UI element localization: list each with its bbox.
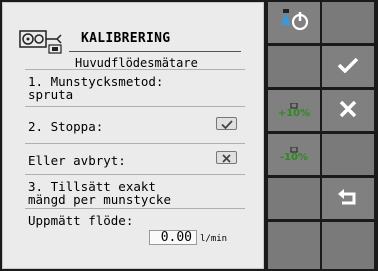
confirm-softkey[interactable] — [322, 46, 374, 87]
step2-label: 2. Stoppa: — [28, 119, 104, 134]
return-arrow-icon — [337, 188, 359, 210]
empty-softkey — [322, 222, 374, 269]
empty-softkey — [322, 2, 374, 43]
measured-flow-label: Uppmätt flöde: — [28, 213, 134, 228]
stop-confirm-button[interactable] — [216, 117, 237, 130]
nozzle-decrease-icon: -10% — [279, 146, 309, 163]
abort-button[interactable] — [216, 151, 237, 164]
x-icon — [222, 148, 231, 167]
empty-softkey — [268, 222, 320, 269]
checkmark-icon — [337, 57, 359, 77]
calibration-panel: KALIBRERING Huvudflödesmätare 1. Munstyc… — [2, 2, 264, 269]
cancel-softkey[interactable] — [322, 90, 374, 131]
step3-line2: mängd per munstycke — [28, 192, 171, 207]
decrease-softkey[interactable]: -10% — [268, 134, 320, 175]
divider — [25, 208, 245, 209]
nozzle-power-icon — [277, 7, 311, 39]
sprayer-calibration-icon — [19, 25, 65, 59]
dialog-title: KALIBRERING — [81, 31, 171, 46]
nozzle-power-softkey[interactable] — [268, 2, 320, 43]
measured-flow-input[interactable]: 0.00 — [149, 230, 197, 245]
x-icon — [339, 100, 357, 122]
divider — [25, 69, 245, 70]
terminal-screen: KALIBRERING Huvudflödesmätare 1. Munstyc… — [0, 0, 378, 271]
empty-softkey — [268, 178, 320, 219]
flow-unit: l/min — [200, 234, 228, 244]
empty-softkey — [322, 134, 374, 175]
decrease-label: -10% — [279, 151, 309, 163]
abort-label: Eller avbryt: — [28, 153, 126, 168]
empty-softkey — [268, 46, 320, 87]
divider — [25, 106, 245, 107]
softkey-column: +10% -10% — [265, 0, 378, 271]
divider — [25, 174, 245, 175]
divider — [25, 143, 245, 144]
increase-label: +10% — [277, 107, 311, 119]
back-softkey[interactable] — [322, 178, 374, 219]
title-divider — [69, 51, 241, 52]
checkmark-icon — [220, 114, 233, 133]
step1-value: spruta — [28, 87, 74, 102]
dialog-subtitle: Huvudflödesmätare — [75, 56, 198, 70]
increase-softkey[interactable]: +10% — [268, 90, 320, 131]
nozzle-increase-icon: +10% — [277, 102, 311, 119]
